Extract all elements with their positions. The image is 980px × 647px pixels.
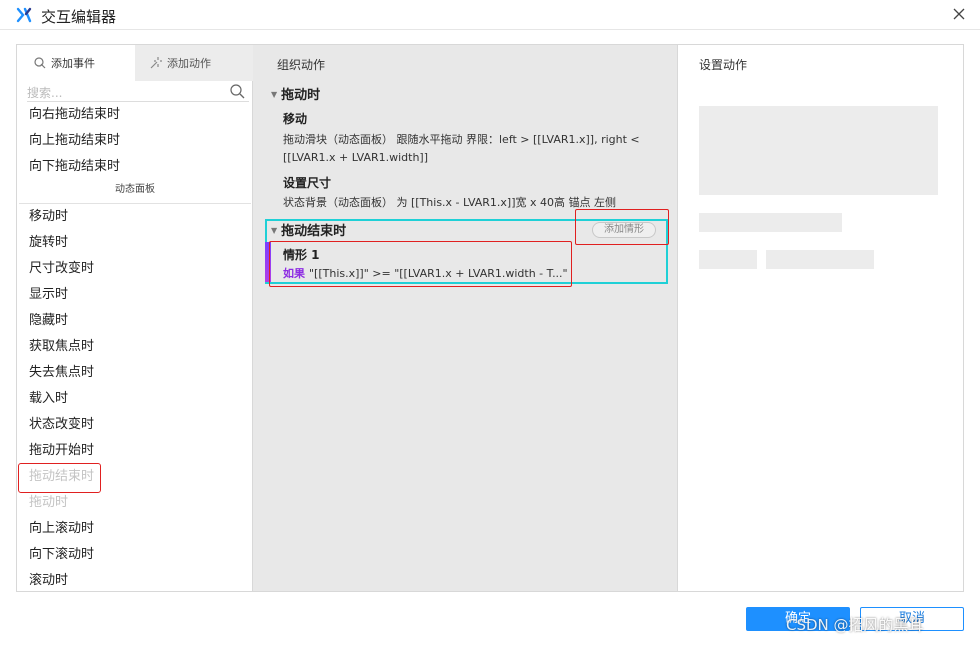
add-event-icon — [34, 57, 46, 69]
event-item[interactable]: 向下拖动结束时 — [17, 154, 253, 180]
tab-add-event[interactable]: 添加事件 — [17, 45, 135, 81]
event-search — [27, 82, 249, 103]
window-title: 交互编辑器 — [41, 8, 117, 26]
panel-title: 组织动作 — [277, 58, 326, 72]
tab-add-action-label: 添加动作 — [167, 57, 211, 70]
placeholder-block — [699, 106, 938, 195]
action-name[interactable]: 设置尺寸 — [283, 174, 331, 191]
event-group-label: 拖动时 — [281, 88, 321, 103]
search-input[interactable] — [27, 83, 227, 103]
event-group-drag-end[interactable]: ▼ 拖动结束时 — [271, 220, 346, 239]
event-item[interactable]: 状态改变时 — [17, 412, 253, 438]
left-tabs: 添加事件 添加动作 — [17, 45, 253, 81]
event-group-dragging[interactable]: ▼ 拖动时 — [271, 84, 320, 103]
add-action-icon — [150, 57, 162, 69]
panel-title: 设置动作 — [699, 58, 748, 72]
case-condition[interactable]: 如果 "[[This.x]]" >= "[[LVAR1.x + LVAR1.wid… — [283, 265, 568, 281]
event-item[interactable]: 拖动开始时 — [17, 438, 253, 464]
placeholder-block — [766, 250, 874, 269]
event-item[interactable]: 失去焦点时 — [17, 360, 253, 386]
event-item[interactable]: 向上滚动时 — [17, 516, 253, 542]
action-description[interactable]: 拖动滑块（动态面板） 跟随水平拖动 界限：left > [[LVAR1.x]],… — [283, 131, 663, 167]
add-case-button[interactable]: 添加情形 — [592, 222, 656, 238]
organize-actions-panel: 组织动作 ▼ 拖动时 移动 拖动滑块（动态面板） 跟随水平拖动 界限：left >… — [253, 45, 678, 591]
event-item[interactable]: 滚动时 — [17, 568, 253, 594]
search-icon[interactable] — [230, 84, 245, 103]
action-name[interactable]: 移动 — [283, 110, 307, 127]
case-title[interactable]: 情形 1 — [283, 246, 320, 263]
event-item[interactable]: 向下滚动时 — [17, 542, 253, 568]
event-item[interactable]: 向上拖动结束时 — [17, 128, 253, 154]
dialog-body: 添加事件 添加动作 向右拖动结束时 向上拖动结束时 向下拖动结束时 动态面板 移… — [16, 44, 964, 592]
event-item-drag-end-selected[interactable]: 拖动结束时 — [17, 463, 253, 493]
event-item[interactable]: 旋转时 — [17, 230, 253, 256]
configure-action-panel: 设置动作 — [678, 45, 963, 591]
watermark: CSDN @招风的黑耳 — [786, 616, 924, 634]
case-keyword: 如果 — [283, 267, 305, 280]
tab-add-event-label: 添加事件 — [51, 57, 95, 70]
collapse-triangle-icon[interactable]: ▼ — [271, 226, 277, 235]
event-item[interactable]: 隐藏时 — [17, 308, 253, 334]
app-logo-icon — [16, 6, 32, 24]
event-item[interactable]: 向右拖动结束时 — [17, 102, 253, 128]
event-group-label: 拖动结束时 — [281, 224, 347, 239]
events-panel: 添加事件 添加动作 向右拖动结束时 向上拖动结束时 向下拖动结束时 动态面板 移… — [17, 45, 253, 591]
close-icon[interactable] — [948, 3, 970, 25]
event-item[interactable]: 载入时 — [17, 386, 253, 412]
event-item-label: 拖动结束时 — [17, 463, 102, 493]
title-bar: 交互编辑器 — [0, 0, 980, 30]
case-condition-text: "[[This.x]]" >= "[[LVAR1.x + LVAR1.width… — [309, 267, 568, 280]
placeholder-block — [699, 250, 757, 269]
event-item[interactable]: 移动时 — [17, 204, 253, 230]
collapse-triangle-icon[interactable]: ▼ — [271, 90, 277, 99]
placeholder-block — [699, 213, 842, 232]
event-item[interactable]: 获取焦点时 — [17, 334, 253, 360]
event-item[interactable]: 显示时 — [17, 282, 253, 308]
event-list: 向右拖动结束时 向上拖动结束时 向下拖动结束时 动态面板 移动时 旋转时 尺寸改… — [17, 102, 253, 594]
section-header-dynamic-panel: 动态面板 — [17, 180, 253, 204]
event-item[interactable]: 拖动时 — [17, 490, 253, 516]
tab-add-action[interactable]: 添加动作 — [135, 45, 253, 81]
event-item[interactable]: 尺寸改变时 — [17, 256, 253, 282]
